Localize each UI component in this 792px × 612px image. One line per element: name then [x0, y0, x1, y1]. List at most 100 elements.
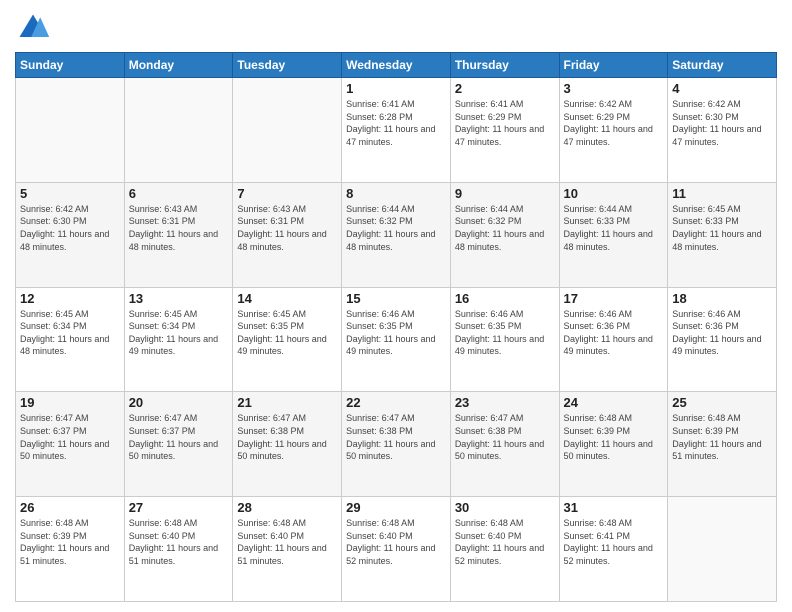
day-number: 7 — [237, 186, 337, 201]
col-header-tuesday: Tuesday — [233, 53, 342, 78]
day-info: Sunrise: 6:45 AMSunset: 6:33 PMDaylight:… — [672, 203, 772, 253]
col-header-friday: Friday — [559, 53, 668, 78]
day-info: Sunrise: 6:46 AMSunset: 6:35 PMDaylight:… — [455, 308, 555, 358]
calendar-header-row: SundayMondayTuesdayWednesdayThursdayFrid… — [16, 53, 777, 78]
day-number: 25 — [672, 395, 772, 410]
calendar-cell: 17 Sunrise: 6:46 AMSunset: 6:36 PMDayligh… — [559, 287, 668, 392]
day-info: Sunrise: 6:42 AMSunset: 6:30 PMDaylight:… — [672, 98, 772, 148]
day-info: Sunrise: 6:48 AMSunset: 6:40 PMDaylight:… — [455, 517, 555, 567]
day-info: Sunrise: 6:41 AMSunset: 6:29 PMDaylight:… — [455, 98, 555, 148]
col-header-thursday: Thursday — [450, 53, 559, 78]
calendar-week-row: 12 Sunrise: 6:45 AMSunset: 6:34 PMDayligh… — [16, 287, 777, 392]
page: SundayMondayTuesdayWednesdayThursdayFrid… — [0, 0, 792, 612]
calendar-cell: 16 Sunrise: 6:46 AMSunset: 6:35 PMDayligh… — [450, 287, 559, 392]
calendar-cell: 27Sunrise: 6:48 AMSunset: 6:40 PMDayligh… — [124, 497, 233, 602]
day-info: Sunrise: 6:44 AMSunset: 6:33 PMDaylight:… — [564, 203, 664, 253]
calendar-cell: 26 Sunrise: 6:48 AMSunset: 6:39 PMDayligh… — [16, 497, 125, 602]
day-number: 14 — [237, 291, 337, 306]
day-info: Sunrise: 6:46 AMSunset: 6:36 PMDaylight:… — [564, 308, 664, 358]
day-number: 6 — [129, 186, 229, 201]
day-number: 10 — [564, 186, 664, 201]
calendar-cell: 25 Sunrise: 6:48 AMSunset: 6:39 PMDayligh… — [668, 392, 777, 497]
calendar-cell — [233, 78, 342, 183]
calendar-table: SundayMondayTuesdayWednesdayThursdayFrid… — [15, 52, 777, 602]
day-info: Sunrise: 6:48 AMSunset: 6:40 PMDaylight:… — [129, 517, 229, 567]
day-info: Sunrise: 6:46 AMSunset: 6:36 PMDaylight:… — [672, 308, 772, 358]
day-info: Sunrise: 6:45 AMSunset: 6:34 PMDaylight:… — [129, 308, 229, 358]
day-info: Sunrise: 6:44 AMSunset: 6:32 PMDaylight:… — [455, 203, 555, 253]
day-number: 9 — [455, 186, 555, 201]
calendar-cell — [124, 78, 233, 183]
calendar-cell: 15 Sunrise: 6:46 AMSunset: 6:35 PMDayligh… — [342, 287, 451, 392]
calendar-week-row: 1Sunrise: 6:41 AMSunset: 6:28 PMDaylight… — [16, 78, 777, 183]
calendar-cell: 1Sunrise: 6:41 AMSunset: 6:28 PMDaylight… — [342, 78, 451, 183]
calendar-cell: 2 Sunrise: 6:41 AMSunset: 6:29 PMDaylight… — [450, 78, 559, 183]
day-info: Sunrise: 6:47 AMSunset: 6:38 PMDaylight:… — [346, 412, 446, 462]
day-info: Sunrise: 6:46 AMSunset: 6:35 PMDaylight:… — [346, 308, 446, 358]
calendar-cell: 7 Sunrise: 6:43 AMSunset: 6:31 PMDaylight… — [233, 182, 342, 287]
day-number: 15 — [346, 291, 446, 306]
logo-icon — [15, 10, 51, 46]
day-info: Sunrise: 6:48 AMSunset: 6:40 PMDaylight:… — [237, 517, 337, 567]
day-number: 26 — [20, 500, 120, 515]
calendar-cell: 23 Sunrise: 6:47 AMSunset: 6:38 PMDayligh… — [450, 392, 559, 497]
calendar-cell: 30 Sunrise: 6:48 AMSunset: 6:40 PMDayligh… — [450, 497, 559, 602]
day-info: Sunrise: 6:45 AMSunset: 6:34 PMDaylight:… — [20, 308, 120, 358]
calendar-cell: 29 Sunrise: 6:48 AMSunset: 6:40 PMDayligh… — [342, 497, 451, 602]
day-number: 3 — [564, 81, 664, 96]
calendar-cell: 28 Sunrise: 6:48 AMSunset: 6:40 PMDayligh… — [233, 497, 342, 602]
day-info: Sunrise: 6:48 AMSunset: 6:39 PMDaylight:… — [672, 412, 772, 462]
day-number: 1 — [346, 81, 446, 96]
day-info: Sunrise: 6:48 AMSunset: 6:39 PMDaylight:… — [20, 517, 120, 567]
calendar-cell: 21 Sunrise: 6:47 AMSunset: 6:38 PMDayligh… — [233, 392, 342, 497]
calendar-cell: 19 Sunrise: 6:47 AMSunset: 6:37 PMDayligh… — [16, 392, 125, 497]
calendar-cell: 12 Sunrise: 6:45 AMSunset: 6:34 PMDayligh… — [16, 287, 125, 392]
col-header-saturday: Saturday — [668, 53, 777, 78]
calendar-cell: 6 Sunrise: 6:43 AMSunset: 6:31 PMDaylight… — [124, 182, 233, 287]
calendar-cell: 18Sunrise: 6:46 AMSunset: 6:36 PMDayligh… — [668, 287, 777, 392]
day-number: 24 — [564, 395, 664, 410]
day-info: Sunrise: 6:47 AMSunset: 6:38 PMDaylight:… — [237, 412, 337, 462]
calendar-cell: 5 Sunrise: 6:42 AMSunset: 6:30 PMDaylight… — [16, 182, 125, 287]
col-header-monday: Monday — [124, 53, 233, 78]
header — [15, 10, 777, 46]
day-number: 2 — [455, 81, 555, 96]
day-number: 21 — [237, 395, 337, 410]
day-number: 28 — [237, 500, 337, 515]
logo — [15, 10, 57, 46]
calendar-cell: 10 Sunrise: 6:44 AMSunset: 6:33 PMDayligh… — [559, 182, 668, 287]
day-info: Sunrise: 6:48 AMSunset: 6:40 PMDaylight:… — [346, 517, 446, 567]
calendar-week-row: 5 Sunrise: 6:42 AMSunset: 6:30 PMDaylight… — [16, 182, 777, 287]
day-number: 23 — [455, 395, 555, 410]
calendar-cell: 13 Sunrise: 6:45 AMSunset: 6:34 PMDayligh… — [124, 287, 233, 392]
day-number: 13 — [129, 291, 229, 306]
day-info: Sunrise: 6:47 AMSunset: 6:38 PMDaylight:… — [455, 412, 555, 462]
day-number: 16 — [455, 291, 555, 306]
day-info: Sunrise: 6:43 AMSunset: 6:31 PMDaylight:… — [129, 203, 229, 253]
day-number: 22 — [346, 395, 446, 410]
day-number: 19 — [20, 395, 120, 410]
day-number: 29 — [346, 500, 446, 515]
calendar-cell: 14 Sunrise: 6:45 AMSunset: 6:35 PMDayligh… — [233, 287, 342, 392]
day-info: Sunrise: 6:44 AMSunset: 6:32 PMDaylight:… — [346, 203, 446, 253]
day-number: 12 — [20, 291, 120, 306]
day-number: 30 — [455, 500, 555, 515]
calendar-cell: 9 Sunrise: 6:44 AMSunset: 6:32 PMDaylight… — [450, 182, 559, 287]
calendar-cell: 31Sunrise: 6:48 AMSunset: 6:41 PMDayligh… — [559, 497, 668, 602]
calendar-cell: 20 Sunrise: 6:47 AMSunset: 6:37 PMDayligh… — [124, 392, 233, 497]
day-number: 5 — [20, 186, 120, 201]
day-info: Sunrise: 6:48 AMSunset: 6:39 PMDaylight:… — [564, 412, 664, 462]
calendar-cell: 3Sunrise: 6:42 AMSunset: 6:29 PMDaylight… — [559, 78, 668, 183]
day-info: Sunrise: 6:47 AMSunset: 6:37 PMDaylight:… — [20, 412, 120, 462]
day-info: Sunrise: 6:42 AMSunset: 6:30 PMDaylight:… — [20, 203, 120, 253]
day-number: 17 — [564, 291, 664, 306]
day-info: Sunrise: 6:45 AMSunset: 6:35 PMDaylight:… — [237, 308, 337, 358]
calendar-cell: 8Sunrise: 6:44 AMSunset: 6:32 PMDaylight… — [342, 182, 451, 287]
day-info: Sunrise: 6:47 AMSunset: 6:37 PMDaylight:… — [129, 412, 229, 462]
col-header-sunday: Sunday — [16, 53, 125, 78]
day-number: 20 — [129, 395, 229, 410]
calendar-week-row: 19 Sunrise: 6:47 AMSunset: 6:37 PMDayligh… — [16, 392, 777, 497]
calendar-cell: 24 Sunrise: 6:48 AMSunset: 6:39 PMDayligh… — [559, 392, 668, 497]
day-number: 11 — [672, 186, 772, 201]
day-info: Sunrise: 6:43 AMSunset: 6:31 PMDaylight:… — [237, 203, 337, 253]
